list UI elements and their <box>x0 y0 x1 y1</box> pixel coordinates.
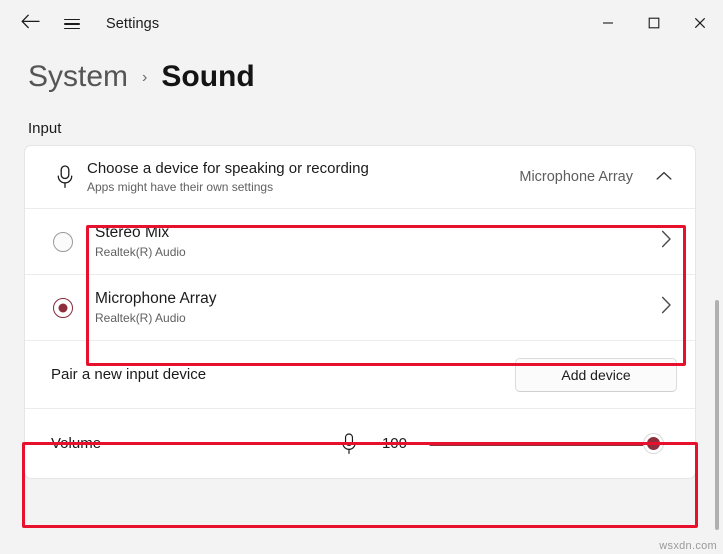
selected-device-value: Microphone Array <box>519 169 633 185</box>
navigation-menu-button[interactable] <box>52 8 92 40</box>
watermark: wsxdn.com <box>659 540 717 552</box>
page-title: Sound <box>161 60 255 93</box>
volume-label: Volume <box>51 435 102 452</box>
pair-new-device-row: Pair a new input device Add device <box>25 340 695 408</box>
choose-device-subtitle: Apps might have their own settings <box>87 180 274 194</box>
volume-slider[interactable] <box>429 434 663 454</box>
choose-device-row[interactable]: Choose a device for speaking or recordin… <box>25 146 695 208</box>
minimize-button[interactable] <box>585 0 631 46</box>
radio-stereo-mix[interactable] <box>53 231 73 252</box>
chevron-right-icon <box>661 230 672 253</box>
expand-collapse-button[interactable] <box>651 168 677 186</box>
microphone-icon <box>43 163 87 191</box>
radio-microphone-array[interactable] <box>53 297 73 318</box>
close-icon <box>694 17 706 29</box>
back-button[interactable] <box>8 8 52 40</box>
chevron-right-icon <box>661 296 672 319</box>
breadcrumb: System › Sound <box>0 48 723 94</box>
volume-slider-thumb[interactable] <box>644 434 663 453</box>
maximize-icon <box>648 17 660 29</box>
breadcrumb-system[interactable]: System <box>28 60 128 94</box>
section-title-input: Input <box>28 120 62 137</box>
close-button[interactable] <box>677 0 723 46</box>
device-driver: Realtek(R) Audio <box>95 311 186 325</box>
caption-buttons <box>585 0 723 46</box>
device-texts-microphone-array: Microphone Array Realtek(R) Audio <box>95 290 655 325</box>
device-name: Microphone Array <box>95 290 217 307</box>
volume-row: Volume 100 <box>25 408 695 478</box>
chevron-up-icon <box>656 168 672 186</box>
device-texts-stereo-mix: Stereo Mix Realtek(R) Audio <box>95 224 655 259</box>
hamburger-icon <box>64 18 80 30</box>
minimize-icon <box>602 17 614 29</box>
vertical-scrollbar[interactable] <box>715 300 719 530</box>
device-row-stereo-mix[interactable]: Stereo Mix Realtek(R) Audio <box>25 208 695 274</box>
device-driver: Realtek(R) Audio <box>95 245 186 259</box>
microphone-icon <box>331 431 367 457</box>
choose-device-texts: Choose a device for speaking or recordin… <box>87 160 519 194</box>
pair-new-device-label: Pair a new input device <box>51 366 207 383</box>
device-details-button-stereo-mix[interactable] <box>655 230 677 253</box>
app-title: Settings <box>106 16 160 32</box>
settings-content: Choose a device for speaking or recordin… <box>22 145 698 528</box>
device-name: Stereo Mix <box>95 224 170 241</box>
maximize-button[interactable] <box>631 0 677 46</box>
input-settings-card: Choose a device for speaking or recordin… <box>24 145 696 479</box>
choose-device-title: Choose a device for speaking or recordin… <box>87 160 369 177</box>
device-row-microphone-array[interactable]: Microphone Array Realtek(R) Audio <box>25 274 695 340</box>
volume-value: 100 <box>381 435 407 452</box>
title-bar: Settings <box>0 0 723 48</box>
device-details-button-microphone-array[interactable] <box>655 296 677 319</box>
add-device-button[interactable]: Add device <box>515 357 677 392</box>
arrow-left-icon <box>21 14 40 34</box>
chevron-right-icon: › <box>142 69 148 86</box>
volume-slider-track <box>429 441 663 446</box>
